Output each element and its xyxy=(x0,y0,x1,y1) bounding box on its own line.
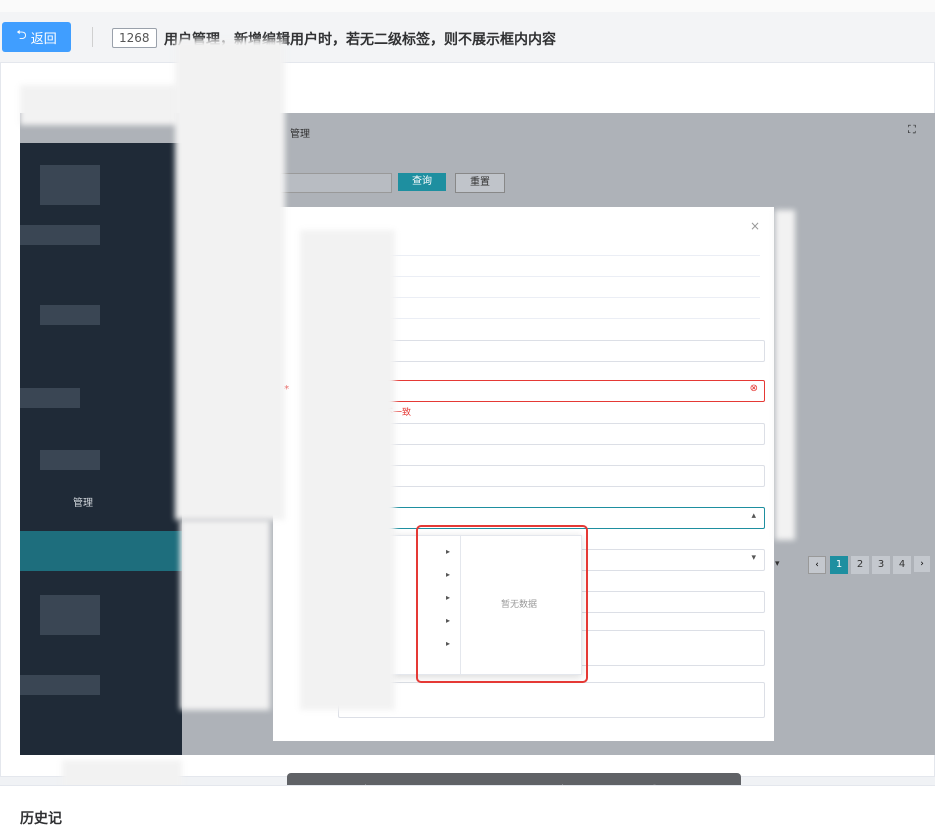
fullscreen-icon: ⛶ xyxy=(908,123,916,136)
page-2: 2 xyxy=(851,556,869,574)
embedded-sidebar-active xyxy=(20,531,182,571)
page-4: 4 xyxy=(893,556,911,574)
row-divider xyxy=(390,276,760,277)
pixelated-block xyxy=(20,675,100,695)
undo-icon: ⮌ xyxy=(16,28,27,43)
page-3: 3 xyxy=(872,556,890,574)
ticket-id-badge: 1268 xyxy=(112,28,157,48)
pixelated-block xyxy=(40,450,100,470)
history-heading: 历史记 xyxy=(20,811,62,827)
pixelated-block xyxy=(40,305,100,325)
panel-title: 管理 xyxy=(290,129,310,140)
reset-button: 重置 xyxy=(455,173,505,193)
form-input xyxy=(338,423,765,445)
row-divider xyxy=(390,255,760,256)
form-textarea xyxy=(338,682,765,718)
history-card xyxy=(0,785,935,835)
form-input-error: ⊗ xyxy=(338,380,765,402)
privacy-blur xyxy=(20,85,180,125)
header-divider xyxy=(92,27,93,47)
form-input xyxy=(338,465,765,487)
row-divider xyxy=(390,318,760,319)
close-icon: × xyxy=(750,219,761,233)
search-field xyxy=(280,173,392,193)
clear-icon: ⊗ xyxy=(749,383,758,394)
privacy-blur xyxy=(775,210,795,540)
prev-page-icon: ‹ xyxy=(808,556,826,574)
caret-down-icon: ▾ xyxy=(751,553,756,563)
pixelated-block xyxy=(40,595,100,635)
back-button-label: 返回 xyxy=(30,31,57,47)
sidebar-item-label: 管理 xyxy=(73,498,93,509)
privacy-blur xyxy=(175,40,285,520)
pixelated-block xyxy=(20,388,80,408)
back-button[interactable]: ⮌ 返回 xyxy=(2,22,71,52)
page-1: 1 xyxy=(830,556,848,574)
search-button: 查询 xyxy=(398,173,446,191)
caret-up-icon: ▴ xyxy=(751,511,756,521)
pixelated-block xyxy=(20,225,100,245)
privacy-blur xyxy=(300,230,395,710)
row-divider xyxy=(390,297,760,298)
form-input xyxy=(338,340,765,362)
page-size-caret-icon: ▾ xyxy=(775,559,780,569)
pixelated-block xyxy=(40,165,100,205)
privacy-blur xyxy=(180,520,270,710)
next-page-icon: › xyxy=(914,556,930,572)
highlight-annotation xyxy=(416,525,588,683)
